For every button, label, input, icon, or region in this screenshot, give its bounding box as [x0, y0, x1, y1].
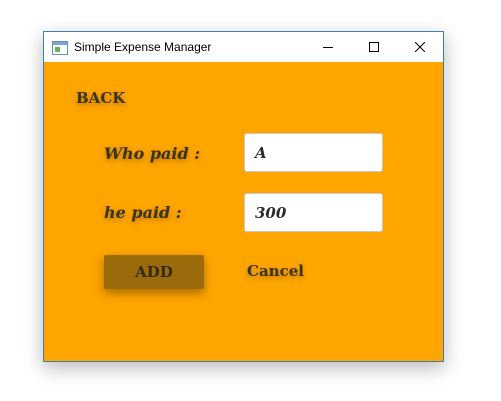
title-bar[interactable]: Simple Expense Manager: [44, 32, 443, 62]
app-icon: [52, 40, 68, 55]
who-paid-label: Who paid :: [104, 144, 201, 163]
add-button[interactable]: ADD: [104, 255, 204, 289]
minimize-button[interactable]: [305, 32, 351, 62]
who-paid-input[interactable]: A: [244, 133, 383, 172]
cancel-button[interactable]: Cancel: [247, 262, 304, 280]
back-button[interactable]: BACK: [76, 89, 125, 107]
app-window: Simple Expense Manager BACK Who paid : A…: [43, 31, 444, 362]
he-paid-label: he paid :: [104, 203, 182, 222]
window-title: Simple Expense Manager: [74, 40, 212, 54]
close-button[interactable]: [397, 32, 443, 62]
maximize-icon: [369, 42, 379, 52]
content-area: BACK Who paid : A he paid : 300 ADD Canc…: [44, 62, 443, 361]
close-icon: [415, 42, 425, 52]
minimize-icon: [323, 47, 333, 48]
amount-input[interactable]: 300: [244, 193, 383, 232]
maximize-button[interactable]: [351, 32, 397, 62]
